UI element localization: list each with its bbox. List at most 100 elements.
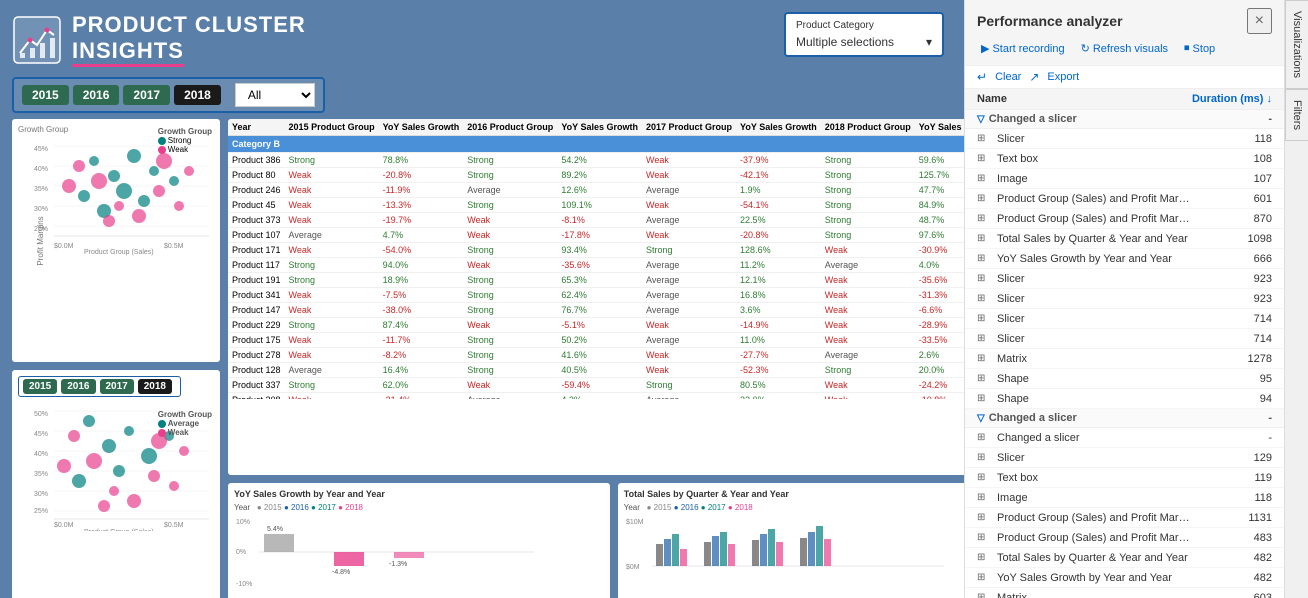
perf-item-21[interactable]: ⊞ YoY Sales Growth by Year and Year 482 bbox=[965, 568, 1284, 588]
perf-item-17[interactable]: ⊞ Image 118 bbox=[965, 488, 1284, 508]
export-button[interactable]: Export bbox=[1047, 71, 1079, 83]
group-18-5: Strong bbox=[821, 228, 915, 243]
table-row: Product 171 Weak -54.0% Strong 93.4% Str… bbox=[228, 243, 964, 258]
filters-tab[interactable]: Filters bbox=[1285, 89, 1308, 141]
group-17-5: Weak bbox=[642, 228, 736, 243]
perf-item-7[interactable]: ⊞ Slicer 923 bbox=[965, 269, 1284, 289]
perf-item-10[interactable]: ⊞ Slicer 714 bbox=[965, 329, 1284, 349]
yoy-15-7: 94.0% bbox=[379, 258, 464, 273]
visualizations-tab[interactable]: Visualizations bbox=[1285, 0, 1308, 89]
perf-item-20[interactable]: ⊞ Total Sales by Quarter & Year and Year… bbox=[965, 548, 1284, 568]
table-row: Product 191 Strong 18.9% Strong 65.3% Av… bbox=[228, 273, 964, 288]
start-recording-button[interactable]: ▶ Start recording bbox=[977, 40, 1069, 57]
table-row: Product 107 Average 4.7% Weak -17.8% Wea… bbox=[228, 228, 964, 243]
col-yoy-18: YoY Sales Growth bbox=[915, 119, 964, 136]
perf-item-dur-15: 129 bbox=[1192, 452, 1272, 464]
perf-item-icon-1: ⊞ bbox=[977, 153, 993, 164]
yoy-18-16: -10.8% bbox=[915, 393, 964, 400]
perf-item-icon-12: ⊞ bbox=[977, 373, 993, 384]
perf-item-name-22: Matrix bbox=[997, 592, 1192, 598]
table-row: Product 337 Strong 62.0% Weak -59.4% Str… bbox=[228, 378, 964, 393]
side-tabs: Visualizations Filters bbox=[1284, 0, 1308, 598]
yoy-17-6: 128.6% bbox=[736, 243, 821, 258]
perf-item-name-21: YoY Sales Growth by Year and Year bbox=[997, 572, 1192, 584]
year-pill-2016-bottom[interactable]: 2016 bbox=[61, 379, 95, 394]
perf-item-dur-20: 482 bbox=[1192, 552, 1272, 564]
perf-item-11[interactable]: ⊞ Matrix 1278 bbox=[965, 349, 1284, 369]
perf-item-1[interactable]: ⊞ Text box 108 bbox=[965, 149, 1284, 169]
perf-item-name-10: Slicer bbox=[997, 333, 1192, 345]
funnel-icon: ▽ bbox=[977, 114, 985, 125]
perf-item-22[interactable]: ⊞ Matrix 603 bbox=[965, 588, 1284, 598]
perf-item-14[interactable]: ⊞ Changed a slicer - bbox=[965, 428, 1284, 448]
yoy-18-3: 84.9% bbox=[915, 198, 964, 213]
perf-item-0[interactable]: ⊞ Slicer 118 bbox=[965, 129, 1284, 149]
group-18-3: Strong bbox=[821, 198, 915, 213]
stop-button[interactable]: ⏹ Stop bbox=[1180, 40, 1219, 57]
top-dropdown[interactable]: All bbox=[235, 83, 315, 107]
clear-button[interactable]: Clear bbox=[995, 71, 1021, 83]
perf-item-16[interactable]: ⊞ Text box 119 bbox=[965, 468, 1284, 488]
col-yoy-15: YoY Sales Growth bbox=[379, 119, 464, 136]
perf-item-dur-22: 603 bbox=[1192, 592, 1272, 598]
perf-item-6[interactable]: ⊞ YoY Sales Growth by Year and Year 666 bbox=[965, 249, 1284, 269]
refresh-visuals-button[interactable]: ↻ Refresh visuals bbox=[1077, 40, 1172, 57]
perf-item-8[interactable]: ⊞ Slicer 923 bbox=[965, 289, 1284, 309]
close-button[interactable]: × bbox=[1247, 8, 1272, 34]
perf-item-3[interactable]: ⊞ Product Group (Sales) and Profit Margi… bbox=[965, 189, 1284, 209]
product-name-9: Product 341 bbox=[228, 288, 285, 303]
group-18-4: Strong bbox=[821, 213, 915, 228]
group-18-6: Weak bbox=[821, 243, 915, 258]
yoy-18-1: 125.7% bbox=[915, 168, 964, 183]
yoy-15-10: -38.0% bbox=[379, 303, 464, 318]
yoy-15-2: -11.9% bbox=[379, 183, 464, 198]
col-yoy-16: YoY Sales Growth bbox=[557, 119, 642, 136]
yoy-15-8: 18.9% bbox=[379, 273, 464, 288]
perf-item-4[interactable]: ⊞ Product Group (Sales) and Profit Margi… bbox=[965, 209, 1284, 229]
table-row: Product 229 Strong 87.4% Weak -5.1% Weak… bbox=[228, 318, 964, 333]
group-15-13: Weak bbox=[285, 348, 379, 363]
charts-area: Growth Group Growth Group Strong Weak Pr… bbox=[12, 119, 952, 598]
perf-item-name-6: YoY Sales Growth by Year and Year bbox=[997, 253, 1192, 265]
group-17-2: Average bbox=[642, 183, 736, 198]
perf-table-header: Name Duration (ms) ↓ bbox=[965, 89, 1284, 110]
perf-item-2[interactable]: ⊞ Image 107 bbox=[965, 169, 1284, 189]
year-pill-2018-bottom[interactable]: 2018 bbox=[138, 379, 172, 394]
table-row: Product 341 Weak -7.5% Strong 62.4% Aver… bbox=[228, 288, 964, 303]
yoy-16-12: 50.2% bbox=[557, 333, 642, 348]
year-pill-2017-bottom[interactable]: 2017 bbox=[100, 379, 134, 394]
yoy-15-11: 87.4% bbox=[379, 318, 464, 333]
year-pill-2016-top[interactable]: 2016 bbox=[73, 85, 120, 105]
yoy-17-16: 22.0% bbox=[736, 393, 821, 400]
performance-analyzer-panel: Performance analyzer × ▶ Start recording… bbox=[964, 0, 1284, 598]
year-pill-2015-top[interactable]: 2015 bbox=[22, 85, 69, 105]
perf-item-12[interactable]: ⊞ Shape 95 bbox=[965, 369, 1284, 389]
col-2015-group: 2015 Product Group bbox=[285, 119, 379, 136]
group-16-5: Weak bbox=[463, 228, 557, 243]
perf-item-name-16: Text box bbox=[997, 472, 1192, 484]
perf-duration-col-header[interactable]: Duration (ms) ↓ bbox=[1182, 93, 1272, 105]
group-17-0: Weak bbox=[642, 153, 736, 168]
year-pill-2018-top[interactable]: 2018 bbox=[174, 85, 221, 105]
perf-item-9[interactable]: ⊞ Slicer 714 bbox=[965, 309, 1284, 329]
perf-item-dur-6: 666 bbox=[1192, 253, 1272, 265]
perf-item-5[interactable]: ⊞ Total Sales by Quarter & Year and Year… bbox=[965, 229, 1284, 249]
perf-item-15[interactable]: ⊞ Slicer 129 bbox=[965, 448, 1284, 468]
perf-item-dur-14: - bbox=[1192, 432, 1272, 444]
year-pill-2017-top[interactable]: 2017 bbox=[123, 85, 170, 105]
perf-item-18[interactable]: ⊞ Product Group (Sales) and Profit Margi… bbox=[965, 508, 1284, 528]
yoy-15-6: -54.0% bbox=[379, 243, 464, 258]
yoy-17-4: 22.5% bbox=[736, 213, 821, 228]
perf-item-13[interactable]: ⊞ Shape 94 bbox=[965, 389, 1284, 409]
table-scroll[interactable]: Year 2015 Product Group YoY Sales Growth… bbox=[228, 119, 964, 399]
yoy-15-1: -20.8% bbox=[379, 168, 464, 183]
product-category-select[interactable]: Multiple selections ▾ bbox=[796, 35, 932, 49]
yoy-17-13: -27.7% bbox=[736, 348, 821, 363]
year-pill-2015-bottom[interactable]: 2015 bbox=[23, 379, 57, 394]
yoy-16-15: -59.4% bbox=[557, 378, 642, 393]
svg-text:Product Group (Sales): Product Group (Sales) bbox=[84, 249, 154, 256]
perf-item-19[interactable]: ⊞ Product Group (Sales) and Profit Margi… bbox=[965, 528, 1284, 548]
product-category-box: Product Category Multiple selections ▾ bbox=[784, 12, 944, 57]
yoy-17-11: -14.9% bbox=[736, 318, 821, 333]
group-18-13: Average bbox=[821, 348, 915, 363]
